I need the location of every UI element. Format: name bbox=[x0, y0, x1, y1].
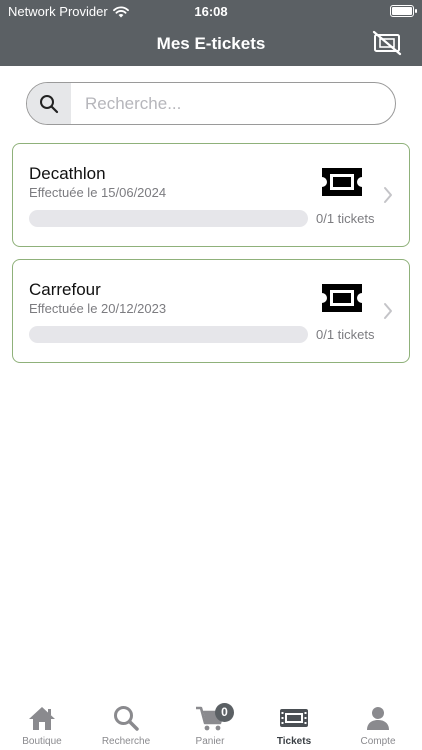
battery-icon bbox=[390, 5, 417, 17]
ticket-progress-bar bbox=[29, 210, 308, 227]
ticket-progress-bar bbox=[29, 326, 308, 343]
ticket-card-carrefour[interactable]: Carrefour Effectuée le 20/12/2023 0/1 ti… bbox=[12, 259, 410, 363]
ticket-date: Effectuée le 15/06/2024 bbox=[29, 185, 167, 200]
ticket-date: Effectuée le 20/12/2023 bbox=[29, 301, 167, 316]
user-icon bbox=[367, 707, 389, 730]
search-input[interactable] bbox=[71, 83, 395, 124]
tab-compte[interactable]: Compte bbox=[336, 700, 420, 750]
page-title: Mes E-tickets bbox=[156, 34, 266, 53]
ticket-card-decathlon[interactable]: Decathlon Effectuée le 15/06/2024 0/1 ti… bbox=[12, 143, 410, 247]
ticket-icon bbox=[322, 168, 362, 196]
ticket-store-name: Decathlon bbox=[29, 164, 106, 183]
status-time: 16:08 bbox=[194, 4, 228, 19]
ticket-count: 0/1 tickets bbox=[316, 327, 375, 342]
tab-label: Panier bbox=[195, 736, 225, 747]
search-button[interactable] bbox=[27, 83, 71, 124]
tab-panier[interactable]: 0 Panier bbox=[168, 700, 252, 750]
ticket-store-name: Carrefour bbox=[29, 280, 101, 299]
tab-recherche[interactable]: Recherche bbox=[84, 700, 168, 750]
status-bar: Network Provider 16:08 bbox=[0, 0, 422, 22]
nav-bar: Mes E-tickets bbox=[0, 22, 422, 66]
tab-bar: Boutique Recherche 0 Panier Tickets Comp… bbox=[0, 700, 422, 750]
tab-label: Compte bbox=[360, 736, 396, 747]
ticket-off-icon[interactable] bbox=[372, 30, 402, 56]
tab-boutique[interactable]: Boutique bbox=[0, 700, 84, 750]
ticket-icon bbox=[280, 709, 308, 727]
search-icon bbox=[40, 94, 59, 113]
tab-label: Recherche bbox=[101, 736, 151, 747]
search-bar bbox=[26, 82, 396, 125]
cart-count-badge: 0 bbox=[215, 703, 234, 722]
tab-label: Tickets bbox=[276, 736, 312, 747]
ticket-icon bbox=[322, 284, 362, 312]
ticket-count: 0/1 tickets bbox=[316, 211, 375, 226]
chevron-right-icon bbox=[384, 187, 392, 203]
tab-label: Boutique bbox=[22, 736, 62, 747]
search-icon bbox=[114, 706, 139, 731]
tab-tickets[interactable]: Tickets bbox=[252, 700, 336, 750]
chevron-right-icon bbox=[384, 303, 392, 319]
home-icon bbox=[29, 707, 55, 730]
